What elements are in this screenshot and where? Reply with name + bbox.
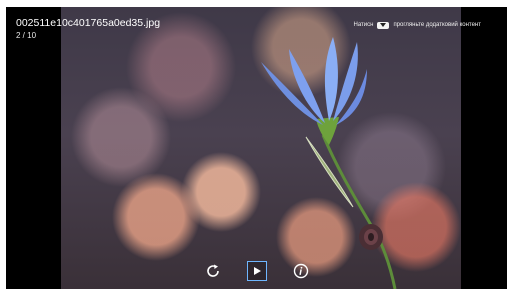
file-name: 002511e10c401765a0ed35.jpg <box>16 17 161 29</box>
image-counter: 2 / 10 <box>16 31 37 40</box>
rotate-button[interactable] <box>203 261 223 281</box>
rotate-icon <box>206 264 219 277</box>
down-key-icon <box>377 21 390 29</box>
photo <box>61 7 461 289</box>
hint-text-after: прогляньте додатковий контент <box>393 22 481 28</box>
image-viewer-screen: 002511e10c401765a0ed35.jpg 2 / 10 Натисн… <box>6 7 507 289</box>
slideshow-play-button[interactable] <box>246 261 267 281</box>
hint-text-before: Натисн <box>353 22 374 28</box>
info-icon <box>293 263 308 279</box>
play-icon <box>253 267 261 275</box>
playback-controls <box>6 260 507 282</box>
flower-photo-art <box>261 37 397 289</box>
info-button[interactable] <box>291 261 311 281</box>
remote-hint: Натисн прогляньте додатковий контент <box>353 21 481 29</box>
